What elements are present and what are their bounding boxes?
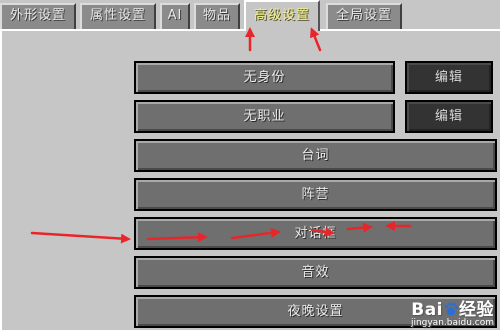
edit-profession-button[interactable]: 编辑 <box>405 100 493 133</box>
tab-appearance-settings[interactable]: 外形设置 <box>0 3 76 29</box>
dialog-box-button[interactable]: 对话框 <box>134 217 497 250</box>
paw-icon <box>444 302 459 316</box>
settings-panel: 无身份 编辑 无职业 编辑 台词 阵营 对话框 音效 夜晚设置 <box>0 31 500 330</box>
edit-identity-button[interactable]: 编辑 <box>405 61 493 94</box>
faction-button[interactable]: 阵营 <box>134 178 497 211</box>
profession-button[interactable]: 无职业 <box>134 100 395 133</box>
tab-ai[interactable]: AI <box>160 3 190 29</box>
tab-advanced-settings[interactable]: 高级设置 <box>244 0 320 32</box>
identity-button[interactable]: 无身份 <box>134 61 395 94</box>
tab-attribute-settings[interactable]: 属性设置 <box>80 3 156 29</box>
tab-items[interactable]: 物品 <box>194 3 240 29</box>
tab-bar: 外形设置 属性设置 AI 物品 高级设置 全局设置 <box>0 0 500 32</box>
tab-global-settings[interactable]: 全局设置 <box>326 3 402 29</box>
sound-effects-button[interactable]: 音效 <box>134 256 497 289</box>
baidu-jingyan-watermark: Bai 经验 jingyan.baidu.com <box>410 300 494 328</box>
dialogue-lines-button[interactable]: 台词 <box>134 139 497 172</box>
